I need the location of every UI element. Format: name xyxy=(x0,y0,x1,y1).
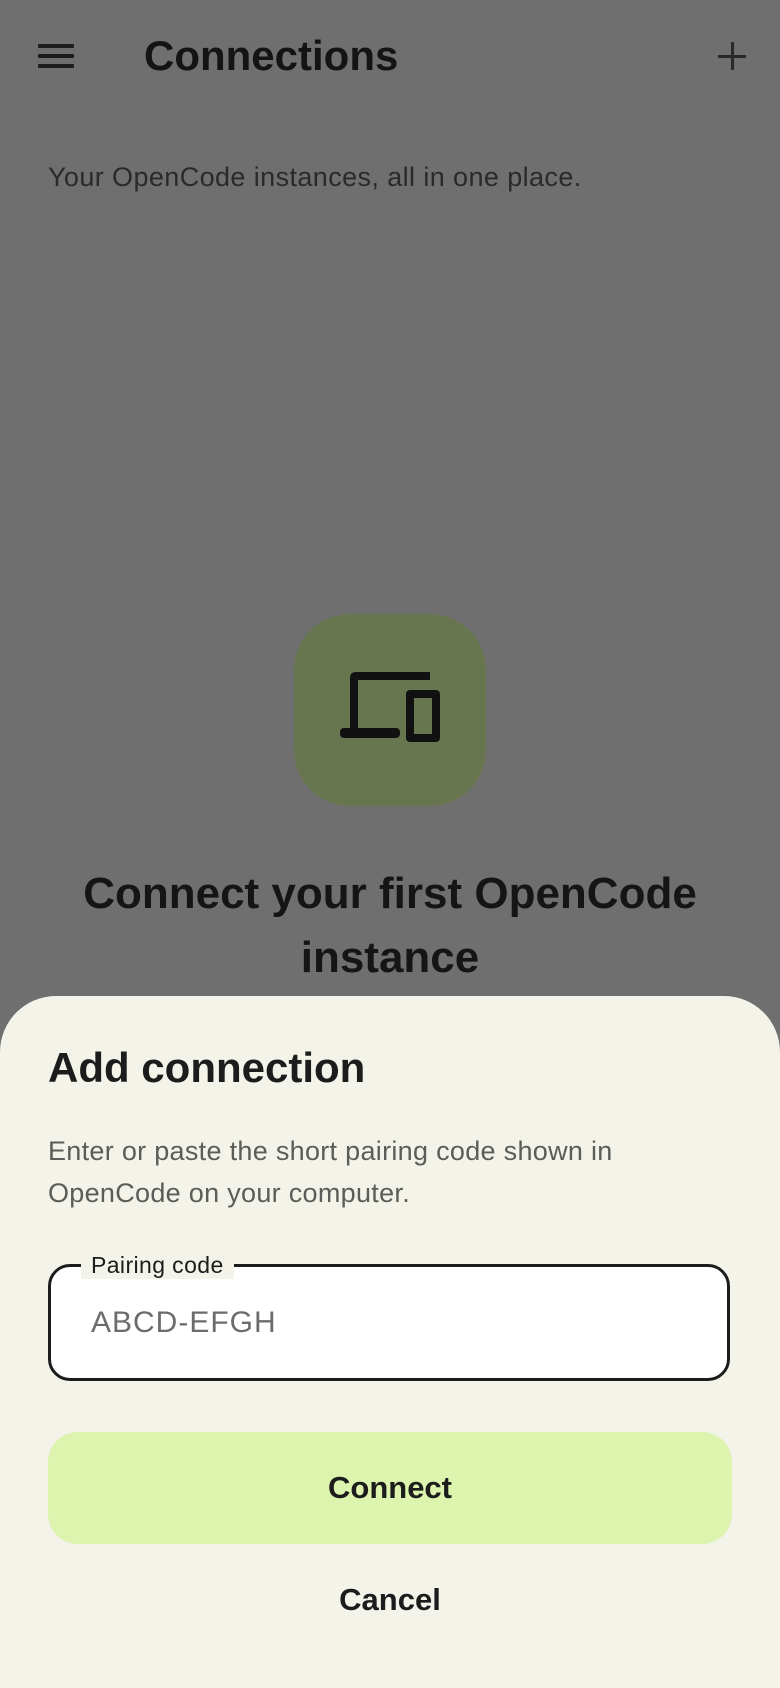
connect-button[interactable]: Connect xyxy=(48,1432,732,1544)
devices-icon xyxy=(340,672,440,742)
empty-state-title: Connect your first OpenCode instance xyxy=(83,869,697,982)
add-connection-plus-icon[interactable] xyxy=(704,28,760,84)
page-subtitle: Your OpenCode instances, all in one plac… xyxy=(48,162,582,192)
sheet-description: Enter or paste the short pairing code sh… xyxy=(48,1136,613,1208)
pairing-code-field[interactable]: Pairing code xyxy=(48,1251,730,1381)
cancel-button[interactable]: Cancel xyxy=(290,1568,490,1632)
pairing-code-input[interactable] xyxy=(91,1297,691,1349)
top-app-bar: Connections xyxy=(0,0,780,112)
empty-state-icon-container xyxy=(294,614,486,806)
page-title: Connections xyxy=(144,32,399,79)
add-connection-bottom-sheet: Add connection Enter or paste the short … xyxy=(0,996,780,1688)
pairing-code-label: Pairing code xyxy=(81,1251,234,1279)
hamburger-menu-icon[interactable] xyxy=(28,28,84,84)
sheet-title: Add connection xyxy=(48,1044,366,1091)
